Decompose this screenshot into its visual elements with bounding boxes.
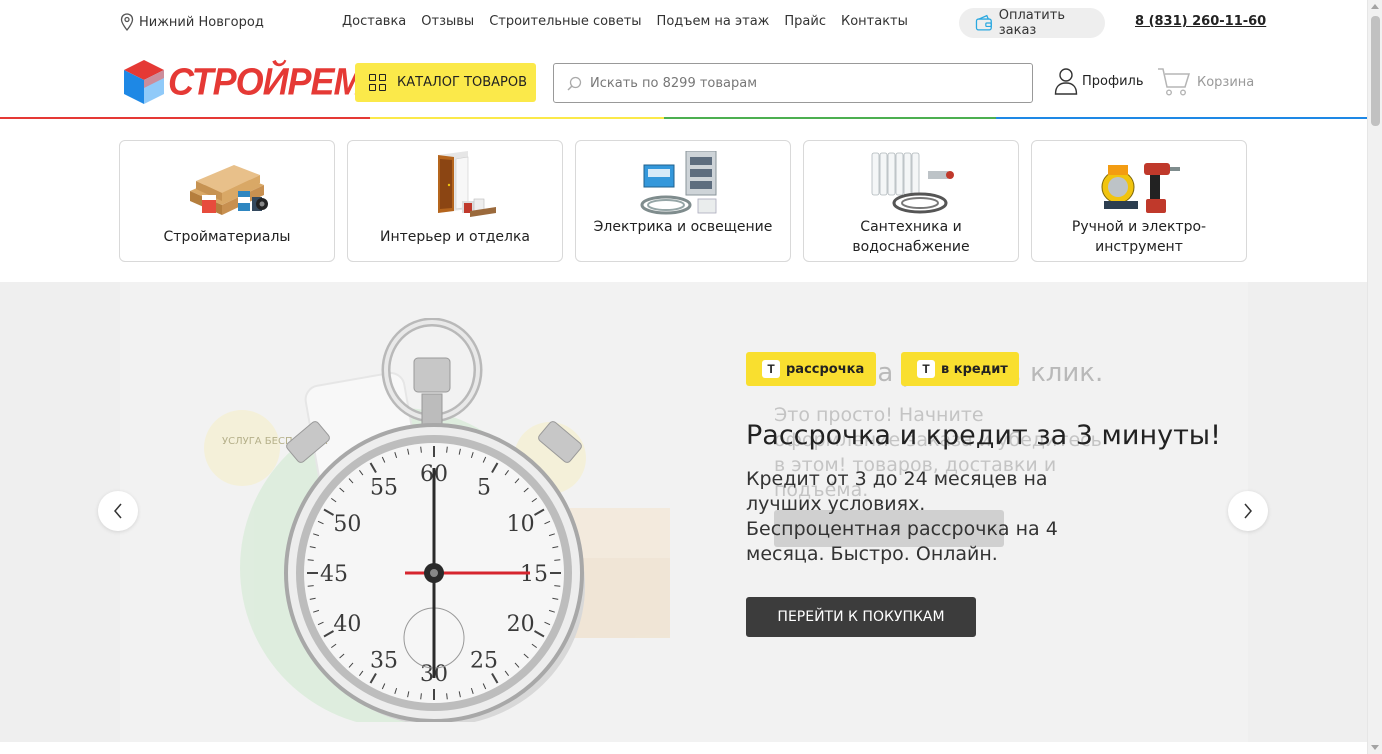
category-label: Интерьер и отделка bbox=[379, 229, 531, 245]
city-selector[interactable]: Нижний Новгород bbox=[120, 13, 264, 31]
dial-number: 5 bbox=[477, 475, 491, 500]
dial-tick bbox=[554, 559, 561, 561]
search-input[interactable] bbox=[590, 75, 1010, 91]
dial-number: 35 bbox=[370, 649, 398, 674]
search-icon[interactable] bbox=[567, 76, 582, 91]
door-icon bbox=[438, 151, 496, 217]
search-box bbox=[553, 63, 1033, 103]
location-pin-icon bbox=[120, 13, 134, 31]
cart-label: Корзина bbox=[1197, 74, 1255, 90]
wallet-icon bbox=[975, 14, 992, 31]
dial-tick bbox=[307, 585, 314, 587]
dial-number: 55 bbox=[370, 475, 398, 500]
category-label: Стройматериалы bbox=[163, 229, 291, 245]
nav-link-reviews[interactable]: Отзывы bbox=[421, 14, 474, 29]
category-label: Сантехника и водоснабжение bbox=[852, 219, 970, 255]
cart-icon bbox=[1158, 68, 1191, 96]
dial-tick bbox=[446, 446, 448, 453]
credit-badge-label: в кредит bbox=[941, 361, 1008, 377]
catalog-label: КАТАЛОГ ТОВАРОВ bbox=[397, 75, 527, 90]
dial-number: 25 bbox=[470, 649, 498, 674]
chevron-right-icon bbox=[1244, 503, 1252, 519]
dial-tick bbox=[446, 693, 448, 700]
dial-number: 45 bbox=[320, 562, 348, 587]
city-name: Нижний Новгород bbox=[139, 14, 264, 30]
dial-tick bbox=[307, 559, 314, 561]
radiator-icon bbox=[871, 152, 954, 214]
catalog-button[interactable]: КАТАЛОГ ТОВАРОВ bbox=[355, 63, 536, 102]
top-bar: Нижний Новгород Доставка Отзывы Строител… bbox=[0, 0, 1367, 46]
page-scrollbar[interactable] bbox=[1367, 0, 1382, 754]
category-card-electrical[interactable]: Электрика и освещение bbox=[575, 140, 791, 262]
category-grid: Стройматериалы Интерьер и отделка Электр… bbox=[119, 140, 1247, 262]
slider-prev-button[interactable] bbox=[98, 491, 138, 531]
site-logo[interactable]: СТРОЙРЕМ bbox=[122, 58, 364, 106]
category-card-building-materials[interactable]: Стройматериалы bbox=[119, 140, 335, 262]
dial-number: 20 bbox=[507, 612, 535, 637]
tinkoff-logo-icon: Т bbox=[762, 360, 780, 378]
installment-badge: Т рассрочка bbox=[746, 352, 876, 386]
scroll-up-arrow-icon[interactable] bbox=[1371, 4, 1379, 9]
grid-icon bbox=[369, 74, 386, 91]
tinkoff-logo-icon: Т bbox=[917, 360, 935, 378]
category-card-plumbing[interactable]: Сантехника и водоснабжение bbox=[803, 140, 1019, 262]
category-card-interior[interactable]: Интерьер и отделка bbox=[347, 140, 563, 262]
power-tools-icon bbox=[1101, 163, 1180, 213]
profile-label: Профиль bbox=[1082, 73, 1144, 89]
lumber-icon bbox=[190, 165, 268, 215]
cart-link[interactable]: Корзина bbox=[1157, 67, 1254, 97]
dial-number: 50 bbox=[333, 512, 361, 537]
nav-link-delivery[interactable]: Доставка bbox=[342, 14, 406, 29]
logo-cube-icon bbox=[124, 60, 164, 104]
pay-order-button[interactable]: Оплатить заказ bbox=[959, 8, 1105, 38]
nav-link-price[interactable]: Прайс bbox=[784, 14, 826, 29]
installment-badge-label: рассрочка bbox=[786, 361, 865, 377]
dial-number: 40 bbox=[333, 612, 361, 637]
top-navigation: Доставка Отзывы Строительные советы Подъ… bbox=[342, 14, 923, 29]
dial-tick bbox=[420, 693, 422, 700]
phone-link[interactable]: 8 (831) 260-11-60 bbox=[1135, 14, 1266, 29]
category-card-tools[interactable]: Ручной и электро-инструмент bbox=[1031, 140, 1247, 262]
profile-link[interactable]: Профиль bbox=[1054, 67, 1144, 95]
dial-number: 10 bbox=[507, 512, 535, 537]
chevron-left-icon bbox=[114, 503, 122, 519]
go-shopping-button[interactable]: ПЕРЕЙТИ К ПОКУПКАМ bbox=[746, 597, 976, 637]
header: СТРОЙРЕМ КАТАЛОГ ТОВАРОВ Профиль Корзина bbox=[0, 46, 1367, 120]
promo-text: Кредит от 3 до 24 месяцев на лучших усло… bbox=[746, 468, 1058, 565]
scroll-down-arrow-icon[interactable] bbox=[1371, 745, 1379, 750]
logo-text: СТРОЙРЕМ bbox=[168, 59, 364, 103]
user-icon bbox=[1054, 68, 1078, 95]
category-label: Ручной и электро-инструмент bbox=[1071, 219, 1207, 255]
credit-badge: Т в кредит bbox=[901, 352, 1019, 386]
category-label: Электрика и освещение bbox=[593, 219, 773, 235]
nav-link-floor-lifting[interactable]: Подъем на этаж bbox=[657, 14, 770, 29]
nav-link-building-tips[interactable]: Строительные советы bbox=[489, 14, 641, 29]
stopwatch-illustration: УСЛУГА БЕСПЛАТНА 60510152025303540455055 bbox=[204, 318, 670, 722]
slider-next-button[interactable] bbox=[1228, 491, 1268, 531]
header-color-line bbox=[0, 117, 1367, 120]
promo-title: Рассрочка и кредит за 3 минуты! bbox=[746, 420, 1221, 451]
dial-tick bbox=[420, 446, 422, 453]
scrollbar-thumb[interactable] bbox=[1371, 16, 1380, 126]
pay-order-label: Оплатить заказ bbox=[998, 8, 1065, 38]
dial-tick bbox=[554, 585, 561, 587]
nav-link-contacts[interactable]: Контакты bbox=[841, 14, 908, 29]
electrical-icon bbox=[640, 151, 717, 215]
